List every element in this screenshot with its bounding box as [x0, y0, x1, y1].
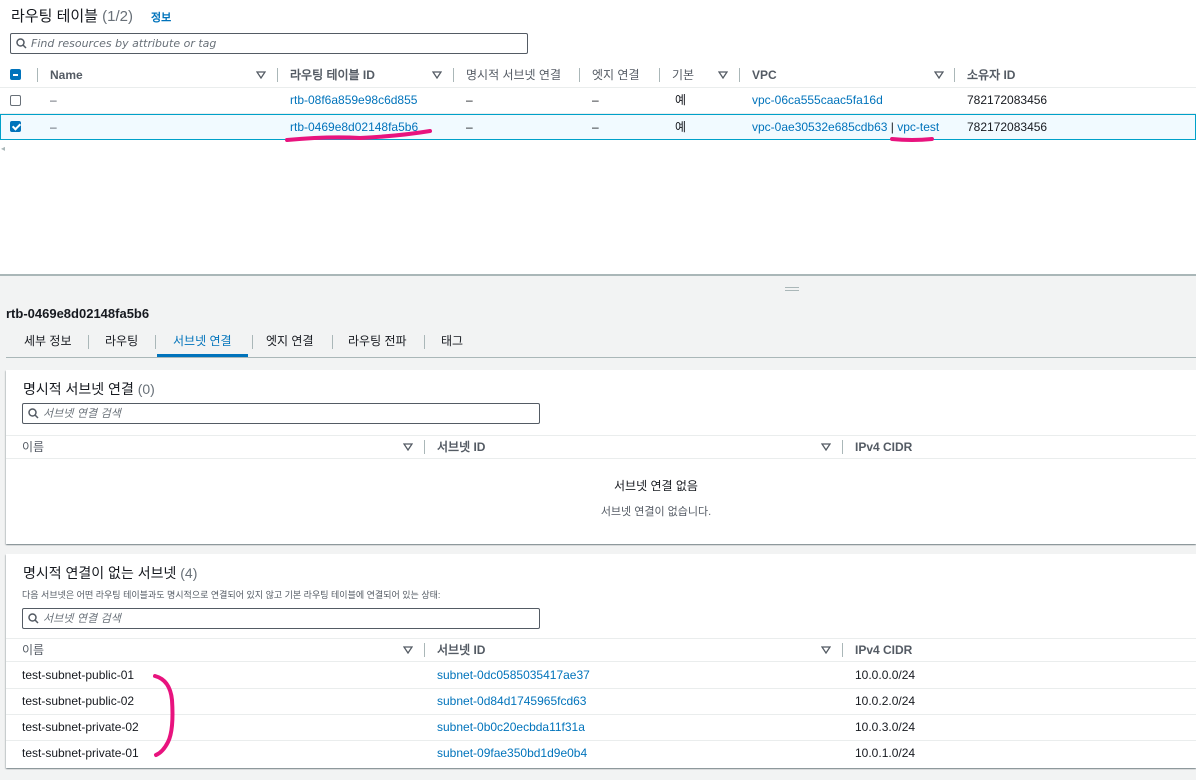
subnet-search-input[interactable] [43, 612, 508, 625]
subnet-id-link[interactable]: subnet-09fae350bd1d9e0b4 [437, 741, 587, 766]
sort-icon[interactable] [432, 71, 442, 79]
row-owner: 782172083456 [967, 93, 1048, 107]
card-title: 명시적 서브넷 연결 (0) [23, 379, 155, 399]
column-ipv4-cidr[interactable]: IPv4 CIDR [855, 639, 912, 661]
subnet-name: test-subnet-public-01 [22, 668, 135, 682]
column-name[interactable]: Name [50, 62, 83, 88]
card-count: (0) [137, 381, 155, 397]
card-title-text: 명시적 서브넷 연결 [23, 381, 134, 397]
card-description: 다음 서브넷은 어떤 라우팅 테이블과도 명시적으로 연결되어 있지 않고 기본… [22, 590, 441, 600]
info-link[interactable]: 정보 [151, 9, 171, 25]
table-row-selected[interactable]: – rtb-0469e8d02148fa5b6 – – 예 vpc-0ae305… [0, 114, 1196, 140]
subnet-name: test-subnet-private-01 [22, 746, 139, 760]
row-owner: 782172083456 [967, 120, 1048, 134]
subnet-id-link[interactable]: subnet-0dc0585035417ae37 [437, 663, 590, 688]
column-explicit-subnet[interactable]: 명시적 서브넷 연결 [466, 62, 561, 88]
card-count: (4) [180, 565, 198, 581]
row-explicit: – [466, 93, 473, 107]
route-table-header: Name 라우팅 테이블 ID 명시적 서브넷 연결 엣지 연결 기본 VPC … [0, 62, 1196, 88]
subnet-cidr: 10.0.3.0/24 [855, 720, 916, 734]
column-edge[interactable]: 엣지 연결 [592, 62, 640, 88]
empty-description: 서브넷 연결이 없습니다. [600, 506, 712, 518]
split-panel-divider[interactable] [0, 274, 1196, 276]
table-row[interactable]: test-subnet-private-02 subnet-0b0c20ecbd… [6, 715, 1196, 741]
search-icon [11, 34, 31, 53]
page-title-text: 라우팅 테이블 [11, 8, 98, 25]
subnet-cidr: 10.0.2.0/24 [855, 694, 916, 708]
route-tables-panel: 라우팅 테이블 (1/2) 정보 Name 라우팅 테이블 ID 명시적 서브넷… [0, 0, 1196, 274]
column-name[interactable]: 이름 [22, 436, 44, 458]
row-edge: – [592, 93, 599, 107]
column-ipv4-cidr[interactable]: IPv4 CIDR [855, 436, 912, 458]
card-title: 명시적 연결이 없는 서브넷 (4) [23, 563, 197, 583]
explicit-subnet-card: 명시적 서브넷 연결 (0) 이름 서브넷 ID IPv4 CIDR 서브넷 연… [6, 370, 1196, 544]
card-title-text: 명시적 연결이 없는 서브넷 [23, 565, 177, 581]
tab-route-propagation[interactable]: 라우팅 전파 [332, 328, 423, 357]
search-icon [23, 609, 43, 628]
sort-icon[interactable] [821, 646, 831, 654]
column-main[interactable]: 기본 [672, 62, 694, 88]
sort-icon[interactable] [403, 443, 413, 451]
sort-icon[interactable] [821, 443, 831, 451]
subnet-cidr: 10.0.1.0/24 [855, 746, 916, 760]
resize-handle-icon[interactable] [785, 287, 799, 291]
row-main: 예 [675, 120, 687, 134]
table-row[interactable]: – rtb-08f6a859e98c6d855 – – 예 vpc-06ca55… [0, 88, 1196, 114]
table-row[interactable]: test-subnet-public-01 subnet-0dc05850354… [6, 663, 1196, 689]
vpc-name-link[interactable]: vpc-test [897, 120, 939, 134]
empty-title: 서브넷 연결 없음 [614, 479, 698, 493]
implicit-table-header: 이름 서브넷 ID IPv4 CIDR [6, 638, 1196, 662]
tab-routes[interactable]: 라우팅 [89, 328, 154, 357]
page-title: 라우팅 테이블 (1/2) [11, 5, 133, 26]
vpc-link[interactable]: vpc-06ca555caac5fa16d [752, 88, 883, 113]
subnet-id-link[interactable]: subnet-0d84d1745965fcd63 [437, 689, 586, 714]
subnet-search-box[interactable] [22, 403, 540, 424]
subnet-cidr: 10.0.0.0/24 [855, 668, 916, 682]
subnet-name: test-subnet-public-02 [22, 694, 135, 708]
tab-details[interactable]: 세부 정보 [8, 328, 88, 357]
subnet-id-link[interactable]: subnet-0b0c20ecbda11f31a [437, 715, 585, 740]
column-name[interactable]: 이름 [22, 639, 44, 661]
sort-icon[interactable] [256, 71, 266, 79]
column-route-table-id[interactable]: 라우팅 테이블 ID [290, 62, 375, 88]
vpc-link[interactable]: vpc-0ae30532e685cdb63 [752, 120, 887, 134]
subnet-search-box[interactable] [22, 608, 540, 629]
row-edge: – [592, 120, 599, 134]
route-table-id-link[interactable]: rtb-08f6a859e98c6d855 [290, 88, 417, 113]
row-checkbox[interactable] [10, 121, 21, 132]
row-name: – [50, 120, 57, 134]
scroll-left-icon[interactable]: ◂ [1, 144, 5, 153]
tab-edge-associations[interactable]: 엣지 연결 [250, 328, 330, 357]
row-vpc: vpc-0ae30532e685cdb63 | vpc-test [752, 120, 940, 134]
column-subnet-id[interactable]: 서브넷 ID [437, 639, 485, 661]
table-row[interactable]: test-subnet-public-02 subnet-0d84d174596… [6, 689, 1196, 715]
column-subnet-id[interactable]: 서브넷 ID [437, 436, 485, 458]
tab-tags[interactable]: 태그 [425, 328, 479, 357]
detail-tabs: 세부 정보 라우팅 서브넷 연결 엣지 연결 라우팅 전파 태그 [6, 328, 1196, 358]
subnet-search-input[interactable] [43, 407, 508, 420]
tab-subnet-associations[interactable]: 서브넷 연결 [157, 328, 248, 357]
row-explicit: – [466, 120, 473, 134]
row-name: – [50, 93, 57, 107]
detail-title: rtb-0469e8d02148fa5b6 [6, 306, 150, 321]
sort-icon[interactable] [403, 646, 413, 654]
row-checkbox[interactable] [10, 95, 21, 106]
table-row[interactable]: test-subnet-private-01 subnet-09fae350bd… [6, 741, 1196, 767]
implicit-subnet-card: 명시적 연결이 없는 서브넷 (4) 다음 서브넷은 어떤 라우팅 테이블과도 … [6, 554, 1196, 768]
select-all-checkbox[interactable] [10, 69, 21, 80]
column-vpc[interactable]: VPC [752, 62, 777, 88]
selection-count: (1/2) [102, 8, 133, 25]
sort-icon[interactable] [934, 71, 944, 79]
subnet-name: test-subnet-private-02 [22, 720, 139, 734]
resource-search-box[interactable] [10, 33, 528, 54]
row-main: 예 [675, 93, 687, 107]
explicit-table-header: 이름 서브넷 ID IPv4 CIDR [6, 435, 1196, 459]
resource-search-input[interactable] [31, 37, 496, 50]
sort-icon[interactable] [718, 71, 728, 79]
route-table-id-link[interactable]: rtb-0469e8d02148fa5b6 [290, 115, 418, 140]
column-owner-id[interactable]: 소유자 ID [967, 62, 1015, 88]
search-icon [23, 404, 43, 423]
